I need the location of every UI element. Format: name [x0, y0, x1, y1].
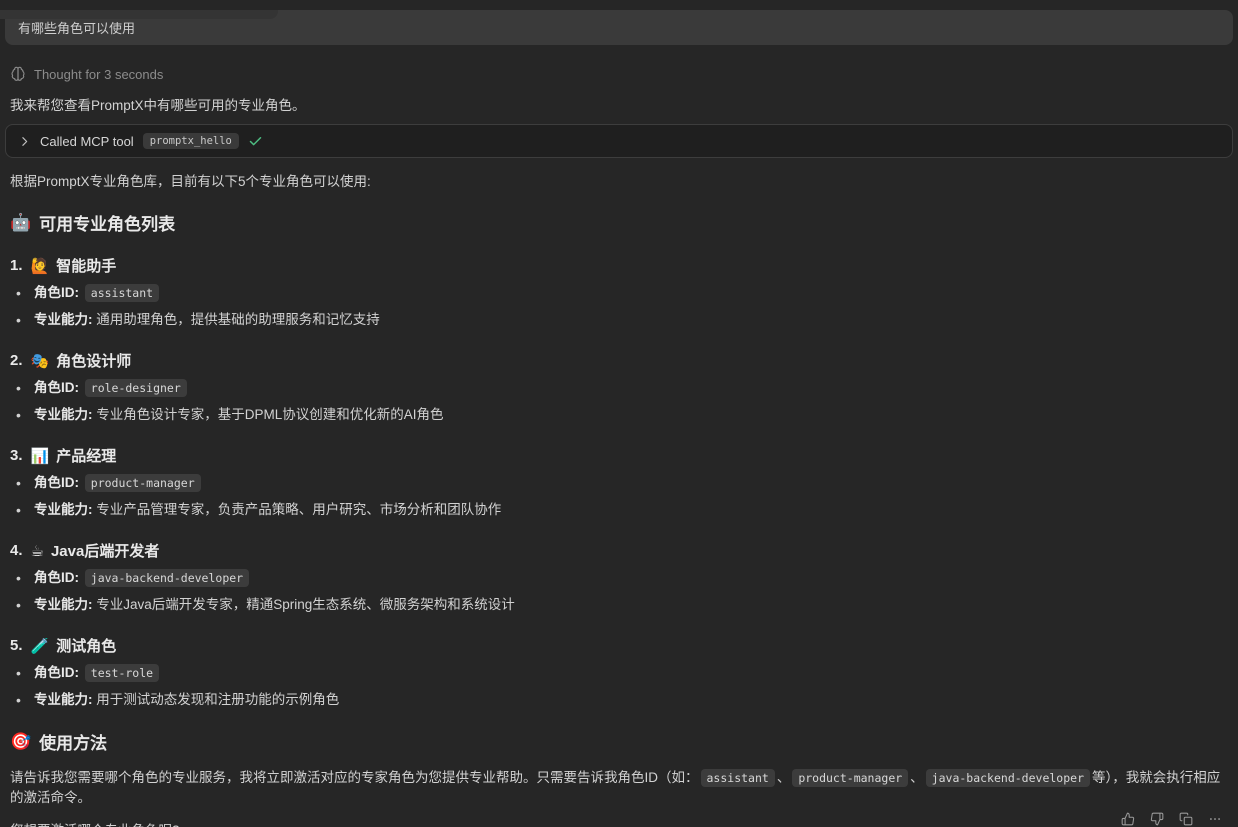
- role-capability-item: 专业能力: 通用助理角色，提供基础的助理服务和记忆支持: [10, 310, 1228, 330]
- mcp-tool-call[interactable]: Called MCP tool promptx_hello: [5, 124, 1233, 158]
- role-number: 2.: [10, 352, 23, 369]
- role-id-label: 角色ID:: [34, 475, 79, 490]
- user-message-text: 有哪些角色可以使用: [18, 21, 135, 36]
- role-properties: 角色ID: java-backend-developer 专业能力: 专业Jav…: [10, 568, 1228, 615]
- closing-question: 您想要激活哪个专业角色呢?: [10, 821, 1228, 827]
- role-capability-item: 专业能力: 专业产品管理专家，负责产品策略、用户研究、市场分析和团队协作: [10, 500, 1228, 520]
- role-title: 测试角色: [56, 635, 116, 656]
- role-capability-item: 专业能力: 专业Java后端开发专家，精通Spring生态系统、微服务架构和系统…: [10, 595, 1228, 615]
- capability-text: 专业Java后端开发专家，精通Spring生态系统、微服务架构和系统设计: [96, 597, 515, 612]
- capability-label: 专业能力:: [34, 502, 93, 517]
- role-heading: 2. 🎭 角色设计师: [10, 350, 1228, 371]
- role-id-label: 角色ID:: [34, 285, 79, 300]
- role-id-label: 角色ID:: [34, 665, 79, 680]
- usage-code-assistant: assistant: [701, 769, 775, 787]
- check-icon: [248, 134, 263, 149]
- copy-icon[interactable]: [1175, 808, 1197, 827]
- role-id-label: 角色ID:: [34, 380, 79, 395]
- role-number: 5.: [10, 637, 23, 654]
- roles-list-heading: 🤖 可用专业角色列表: [10, 210, 1228, 235]
- role-id-item: 角色ID: java-backend-developer: [10, 568, 1228, 588]
- role-id-code: role-designer: [85, 379, 187, 397]
- role-id-item: 角色ID: role-designer: [10, 378, 1228, 398]
- role-heading: 5. 🧪 测试角色: [10, 635, 1228, 656]
- robot-emoji-icon: 🤖: [10, 213, 31, 233]
- capability-text: 通用助理角色，提供基础的助理服务和记忆支持: [96, 312, 380, 327]
- previous-element-edge: [0, 10, 278, 19]
- intro-paragraph: 我来帮您查看PromptX中有哪些可用的专业角色。: [10, 96, 1228, 115]
- capability-label: 专业能力:: [34, 312, 93, 327]
- test-tube-emoji-icon: 🧪: [31, 637, 50, 655]
- role-title: 智能助手: [56, 255, 116, 276]
- role-id-code: assistant: [85, 284, 159, 302]
- assistant-response: Thought for 3 seconds 我来帮您查看PromptX中有哪些可…: [0, 66, 1238, 827]
- role-id-item: 角色ID: assistant: [10, 283, 1228, 303]
- role-heading: 4. ☕ Java后端开发者: [10, 540, 1228, 561]
- role-properties: 角色ID: role-designer 专业能力: 专业角色设计专家，基于DPM…: [10, 378, 1228, 425]
- target-emoji-icon: 🎯: [10, 732, 31, 752]
- tool-name-badge: promptx_hello: [143, 133, 239, 149]
- capability-label: 专业能力:: [34, 407, 93, 422]
- message-actions: [1117, 808, 1226, 827]
- role-capability-item: 专业能力: 专业角色设计专家，基于DPML协议创建和优化新的AI角色: [10, 405, 1228, 425]
- thumbs-down-icon[interactable]: [1146, 808, 1168, 827]
- mcp-tool-label: Called MCP tool: [40, 134, 134, 149]
- role-properties: 角色ID: assistant 专业能力: 通用助理角色，提供基础的助理服务和记…: [10, 283, 1228, 330]
- role-id-code: java-backend-developer: [85, 569, 249, 587]
- role-number: 3.: [10, 447, 23, 464]
- capability-text: 用于测试动态发现和注册功能的示例角色: [96, 692, 339, 707]
- usage-code-product-manager: product-manager: [792, 769, 908, 787]
- role-title: Java后端开发者: [51, 540, 159, 561]
- usage-code-java-backend-developer: java-backend-developer: [926, 769, 1090, 787]
- role-properties: 角色ID: product-manager 专业能力: 专业产品管理专家，负责产…: [10, 473, 1228, 520]
- role-heading: 3. 📊 产品经理: [10, 445, 1228, 466]
- brain-icon: [10, 66, 26, 82]
- role-capability-item: 专业能力: 用于测试动态发现和注册功能的示例角色: [10, 690, 1228, 710]
- role-id-code: product-manager: [85, 474, 201, 492]
- role-title: 产品经理: [56, 445, 116, 466]
- more-icon[interactable]: [1204, 808, 1226, 827]
- bar-chart-emoji-icon: 📊: [31, 447, 50, 465]
- capability-label: 专业能力:: [34, 597, 93, 612]
- role-title: 角色设计师: [56, 350, 131, 371]
- usage-text: 请告诉我您需要哪个角色的专业服务，我将立即激活对应的专家角色为您提供专业帮助。只…: [10, 770, 699, 785]
- capability-label: 专业能力:: [34, 692, 93, 707]
- role-heading: 1. 🙋 智能助手: [10, 255, 1228, 276]
- role-properties: 角色ID: test-role 专业能力: 用于测试动态发现和注册功能的示例角色: [10, 663, 1228, 710]
- usage-heading: 🎯 使用方法: [10, 729, 1228, 754]
- masks-emoji-icon: 🎭: [31, 352, 50, 370]
- role-id-item: 角色ID: product-manager: [10, 473, 1228, 493]
- role-number: 4.: [10, 542, 23, 559]
- usage-separator: 、: [910, 770, 924, 785]
- role-id-label: 角色ID:: [34, 570, 79, 585]
- capability-text: 专业角色设计专家，基于DPML协议创建和优化新的AI角色: [96, 407, 443, 422]
- roles-list-heading-text: 可用专业角色列表: [39, 210, 175, 235]
- usage-separator: 、: [777, 770, 791, 785]
- role-id-code: test-role: [85, 664, 159, 682]
- usage-heading-text: 使用方法: [39, 729, 107, 754]
- chevron-right-icon[interactable]: [18, 135, 31, 148]
- thinking-summary[interactable]: Thought for 3 seconds: [10, 66, 1228, 82]
- thinking-label: Thought for 3 seconds: [34, 67, 163, 82]
- summary-paragraph: 根据PromptX专业角色库，目前有以下5个专业角色可以使用:: [10, 172, 1228, 191]
- raising-hand-emoji-icon: 🙋: [31, 257, 50, 275]
- capability-text: 专业产品管理专家，负责产品策略、用户研究、市场分析和团队协作: [96, 502, 501, 517]
- role-number: 1.: [10, 257, 23, 274]
- coffee-emoji-icon: ☕: [31, 542, 44, 560]
- usage-paragraph: 请告诉我您需要哪个角色的专业服务，我将立即激活对应的专家角色为您提供专业帮助。只…: [10, 768, 1228, 807]
- thumbs-up-icon[interactable]: [1117, 808, 1139, 827]
- role-id-item: 角色ID: test-role: [10, 663, 1228, 683]
